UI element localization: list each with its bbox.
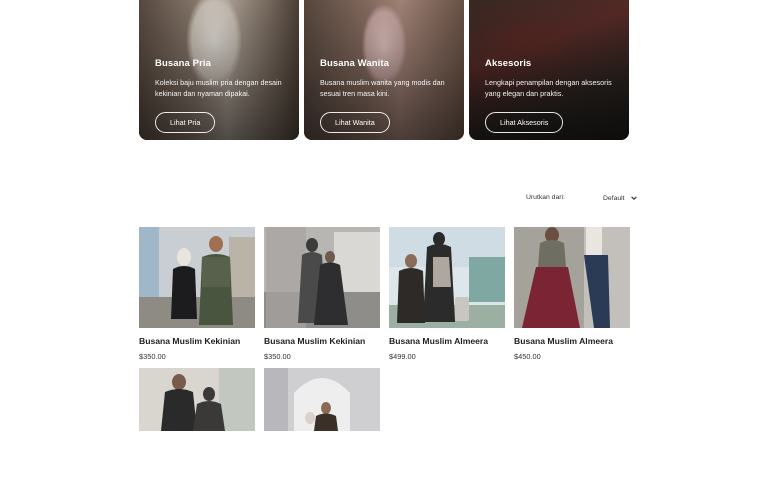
- view-aksesoris-button[interactable]: Lihat Aksesoris: [485, 112, 564, 133]
- view-pria-button[interactable]: Lihat Pria: [155, 112, 216, 133]
- product-image[interactable]: [139, 368, 255, 469]
- sort-select[interactable]: Default: [603, 194, 638, 202]
- product-price: $450.00: [514, 352, 541, 361]
- category-title: Busana Pria: [155, 58, 212, 69]
- category-card-aksesoris: Aksesoris Lengkapi penampilan dengan aks…: [469, 0, 629, 140]
- product-card[interactable]: Busana Muslim Kekinian $350.00: [264, 227, 380, 361]
- category-cards: Busana Pria Koleksi baju muslim pria den…: [139, 0, 629, 140]
- category-card-wanita: Busana Wanita Busana muslim wanita yang …: [304, 0, 464, 140]
- category-card-pria: Busana Pria Koleksi baju muslim pria den…: [139, 0, 299, 140]
- product-card[interactable]: Busana Muslim Almeera $450.00: [514, 227, 630, 361]
- product-price: $350.00: [139, 352, 166, 361]
- product-image[interactable]: [264, 368, 380, 469]
- product-card[interactable]: [264, 368, 380, 477]
- product-name[interactable]: Busana Muslim Kekinian: [264, 336, 380, 346]
- product-name[interactable]: Busana Muslim Almeera: [514, 336, 630, 346]
- product-image[interactable]: [514, 227, 630, 328]
- product-card[interactable]: [139, 368, 255, 477]
- product-image[interactable]: [389, 227, 505, 328]
- product-card[interactable]: Busana Muslim Almeera $499.00: [389, 227, 505, 361]
- category-description: Koleksi baju muslim pria dengan desain k…: [155, 78, 282, 98]
- category-description: Lengkapi penampilan dengan aksesoris yan…: [485, 78, 612, 98]
- view-wanita-button[interactable]: Lihat Wanita: [320, 112, 390, 133]
- sort-label: Urutkan dari:: [526, 194, 565, 201]
- product-price: $350.00: [264, 352, 291, 361]
- category-title: Busana Wanita: [320, 58, 390, 69]
- chevron-down-icon: [630, 196, 637, 200]
- product-image[interactable]: [264, 227, 380, 328]
- sort-selected-value: Default: [603, 194, 625, 202]
- category-title: Aksesoris: [485, 58, 532, 69]
- product-card[interactable]: Busana Muslim Kekinian $350.00: [139, 227, 255, 361]
- product-price: $499.00: [389, 352, 416, 361]
- category-description: Busana muslim wanita yang modis dan sesu…: [320, 78, 445, 98]
- product-name[interactable]: Busana Muslim Almeera: [389, 336, 505, 346]
- product-name[interactable]: Busana Muslim Kekinian: [139, 336, 255, 346]
- product-image[interactable]: [139, 227, 255, 328]
